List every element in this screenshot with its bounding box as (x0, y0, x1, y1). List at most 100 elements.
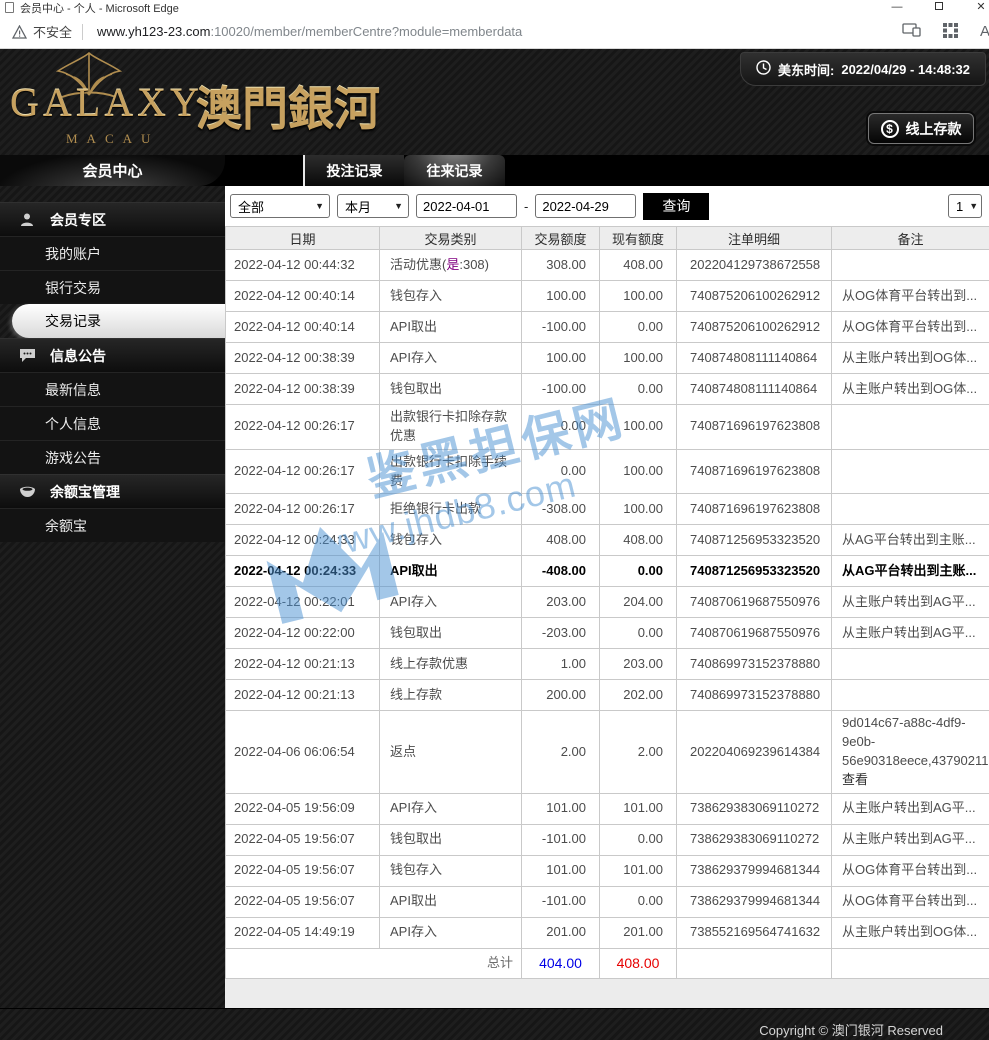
table-row: 2022-04-12 00:40:14 钱包存入 100.00 100.00 74087… (225, 280, 989, 312)
date-to-input[interactable] (535, 194, 637, 218)
date-from-input[interactable] (416, 194, 517, 218)
cell-balance: 202.00 (599, 679, 677, 712)
cell-order: 740874808111140864 (676, 342, 832, 374)
cell-type: API取出 (379, 311, 522, 343)
cell-amount: -100.00 (521, 373, 600, 405)
cell-date: 2022-04-12 00:40:14 (225, 311, 380, 343)
cell-remark: 从主账户转出到OG体... (831, 373, 989, 405)
sidebar-section-yuebao: 余额宝管理 (0, 474, 225, 508)
page-icon (5, 2, 14, 13)
browser-titlebar: 会员中心 - 个人 - Microsoft Edge — ✕ (0, 0, 989, 15)
total-empty-order (676, 947, 832, 979)
query-button[interactable]: 查询 (643, 192, 710, 220)
sidebar-item-transaction-records[interactable]: 交易记录 (12, 304, 225, 338)
total-balance: 408.00 (599, 947, 677, 979)
type-inline-link[interactable]: 是 (446, 257, 459, 272)
page-select[interactable]: 1 ▼ (948, 194, 982, 218)
cell-remark: 从主账户转出到OG体... (831, 342, 989, 374)
chevron-down-icon: ▼ (969, 201, 979, 211)
table-row: 2022-04-12 00:26:17 出款银行卡扣除手续费 0.00 100.00 7… (225, 448, 989, 495)
sidebar-item-my-account[interactable]: 我的账户 (0, 236, 225, 270)
cell-balance: 201.00 (599, 916, 677, 949)
table-row: 2022-04-05 19:56:09 API存入 101.00 101.00 7386… (225, 792, 989, 825)
sidebar-section-member-zone: 会员专区 (0, 202, 225, 236)
sidebar-item-game-announcements[interactable]: 游戏公告 (0, 440, 225, 474)
table-row: 2022-04-12 00:22:00 钱包取出 -203.00 0.00 740870… (225, 617, 989, 650)
logo-galaxy-text: GALAXYTM (10, 80, 218, 125)
tab-transaction-records[interactable]: 往来记录 (404, 155, 505, 186)
cell-type: API取出 (379, 885, 522, 918)
period-select[interactable]: 本月 ▼ (337, 194, 409, 218)
cell-type: API存入 (379, 792, 522, 825)
cell-order: 738629379994681344 (676, 854, 832, 887)
table-row: 2022-04-12 00:40:14 API取出 -100.00 0.00 74087… (225, 311, 989, 343)
cell-order: 738552169564741632 (676, 916, 832, 949)
cell-remark (831, 404, 989, 450)
url-text[interactable]: www.yh123-23.com:10020/member/memberCent… (97, 24, 522, 39)
sidebar-item-latest-news[interactable]: 最新信息 (0, 372, 225, 406)
table-row: 2022-04-12 00:38:39 钱包取出 -100.00 0.00 740874… (225, 373, 989, 405)
sidebar-item-yuebao[interactable]: 余额宝 (0, 508, 225, 542)
apps-grid-icon[interactable] (943, 22, 958, 41)
cell-remark (831, 249, 989, 281)
cell-order: 740871696197623808 (676, 404, 832, 450)
sidebar-item-bank-transactions[interactable]: 银行交易 (0, 270, 225, 304)
cell-balance: 0.00 (599, 885, 677, 918)
window-title: 会员中心 - 个人 - Microsoft Edge (20, 2, 179, 15)
category-select-value: 全部 (238, 199, 265, 215)
table-row: 2022-04-12 00:26:17 拒绝银行卡出款 -308.00 100.00 7… (225, 493, 989, 526)
user-icon (16, 212, 38, 228)
cell-type: API存入 (379, 342, 522, 374)
total-amount: 404.00 (521, 947, 600, 979)
site-page: GALAXYTM MACAU 澳門銀河 美东时间: 2022/04/29 - 1… (0, 49, 989, 1040)
cell-type: 钱包取出 (379, 823, 522, 856)
table-row: 2022-04-05 19:56:07 API取出 -101.00 0.00 73862… (225, 885, 989, 918)
member-center-label: 会员中心 (82, 163, 143, 180)
cell-remark: 从主账户转出到AG平... (831, 823, 989, 856)
header-balance: 现有额度 (599, 226, 677, 250)
cell-date: 2022-04-12 00:38:39 (225, 342, 380, 374)
minimize-button[interactable]: — (891, 0, 903, 15)
cell-date: 2022-04-05 19:56:09 (225, 792, 380, 825)
cell-order: 202204069239614384 (676, 710, 832, 794)
cell-remark (831, 679, 989, 712)
date-range-separator: - (524, 198, 529, 214)
table-footer: 总计 404.00 408.00 (225, 947, 989, 979)
message-icon (16, 348, 38, 363)
online-deposit-button[interactable]: $ 线上存款 (868, 113, 974, 144)
send-to-device-icon[interactable] (902, 23, 921, 40)
cell-order: 740869973152378880 (676, 679, 832, 712)
tab-bet-records[interactable]: 投注记录 (303, 155, 404, 186)
cell-remark: 从OG体育平台转出到... (831, 311, 989, 343)
maximize-button[interactable] (933, 0, 945, 15)
remark-view-link[interactable]: 查看 (842, 771, 981, 790)
security-label[interactable]: 不安全 (33, 22, 72, 41)
cell-order: 740874808111140864 (676, 373, 832, 405)
cell-type: 出款银行卡扣除手续费 (379, 448, 522, 495)
wallet-icon (16, 485, 38, 499)
sidebar-section-title: 信息公告 (50, 347, 106, 364)
cell-remark: 从OG体育平台转出到... (831, 280, 989, 312)
window-controls: — ✕ (891, 0, 989, 15)
cell-date: 2022-04-12 00:21:13 (225, 648, 380, 681)
cell-date: 2022-04-12 00:26:17 (225, 493, 380, 526)
cell-date: 2022-04-12 00:26:17 (225, 404, 380, 450)
online-deposit-label: 线上存款 (905, 120, 962, 137)
cell-type: 拒绝银行卡出款 (379, 493, 522, 526)
category-select[interactable]: 全部 ▼ (230, 194, 330, 218)
profile-icon[interactable]: A (980, 23, 989, 40)
site-logo[interactable]: GALAXYTM MACAU 澳門銀河 (8, 49, 380, 155)
table-row: 2022-04-12 00:38:39 API存入 100.00 100.00 7408… (225, 342, 989, 374)
close-button[interactable]: ✕ (975, 0, 987, 15)
cell-order: 740875206100262912 (676, 311, 832, 343)
header-order: 注单明细 (676, 226, 832, 250)
cell-remark: 从AG平台转出到主账... (831, 524, 989, 557)
cell-amount: 2.00 (521, 710, 600, 794)
cell-order: 738629379994681344 (676, 885, 832, 918)
sidebar-item-personal-messages[interactable]: 个人信息 (0, 406, 225, 440)
content-row: 会员专区 我的账户 银行交易 交易记录 信息公告 最新信息 个人信息 游戏公告 (0, 186, 989, 1008)
cell-balance: 0.00 (599, 617, 677, 650)
cell-date: 2022-04-05 14:49:19 (225, 916, 380, 949)
cell-balance: 204.00 (599, 586, 677, 619)
cell-remark: 从主账户转出到AG平... (831, 586, 989, 619)
